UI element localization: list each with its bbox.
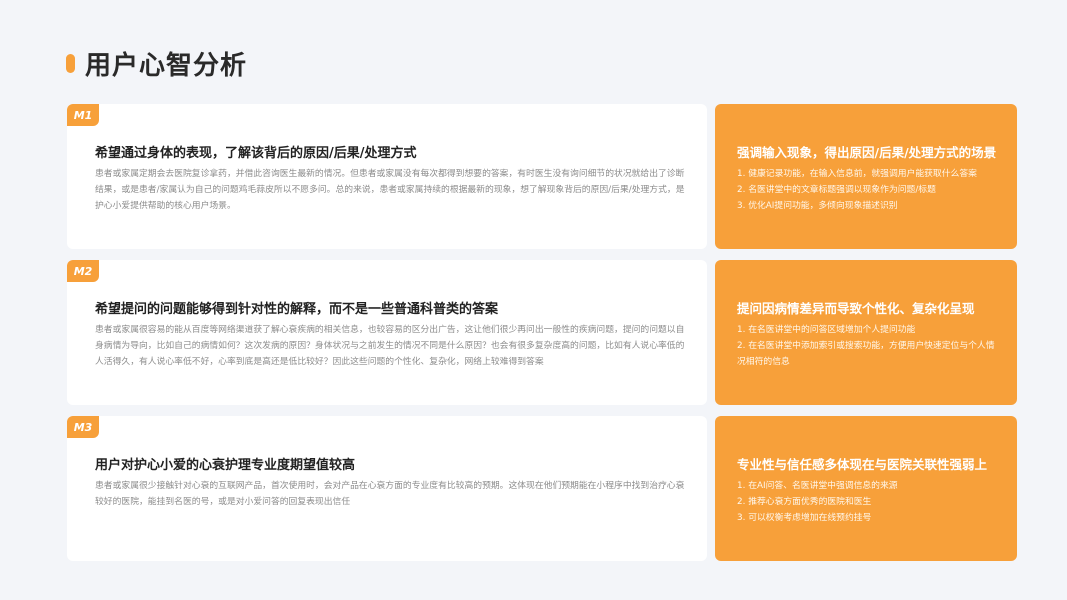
insight-heading: 希望提问的问题能够得到针对性的解释，而不是一些普通科普类的答案 bbox=[95, 302, 499, 317]
solution-item: 2. 名医讲堂中的文章标题强调以现象作为问题/标题 bbox=[737, 185, 936, 195]
solution-item: 1. 健康记录功能，在输入信息前，就强调用户能获取什么答案 bbox=[737, 169, 977, 179]
insight-badge: M2 bbox=[67, 260, 99, 282]
solution-card: 提问因病情差异而导致个性化、复杂化呈现 1. 在名医讲堂中的问答区域增加个人提问… bbox=[715, 260, 1017, 405]
solution-list: 1. 在名医讲堂中的问答区域增加个人提问功能 2. 在名医讲堂中添加索引或搜索功… bbox=[737, 322, 1002, 370]
insight-card: M1 希望通过身体的表现，了解该背后的原因/后果/处理方式 患者或家属定期会去医… bbox=[67, 104, 707, 249]
solution-item: 2. 在名医讲堂中添加索引或搜索功能，方便用户快速定位与个人情况相符的信息 bbox=[737, 341, 995, 367]
page-header: 用户心智分析 bbox=[66, 44, 247, 82]
insight-badge: M1 bbox=[67, 104, 99, 126]
insight-row-m2: M2 希望提问的问题能够得到针对性的解释，而不是一些普通科普类的答案 患者或家属… bbox=[67, 260, 1017, 405]
solution-card: 强调输入现象，得出原因/后果/处理方式的场景 1. 健康记录功能，在输入信息前，… bbox=[715, 104, 1017, 249]
insight-badge: M3 bbox=[67, 416, 99, 438]
insight-heading: 用户对护心小爱的心衰护理专业度期望值较高 bbox=[95, 458, 356, 473]
insight-row-m1: M1 希望通过身体的表现，了解该背后的原因/后果/处理方式 患者或家属定期会去医… bbox=[67, 104, 1017, 249]
solution-list: 1. 在AI问答、名医讲堂中强调信息的来源 2. 推荐心衰方面优秀的医院和医生 … bbox=[737, 478, 1002, 526]
insight-heading: 希望通过身体的表现，了解该背后的原因/后果/处理方式 bbox=[95, 146, 417, 161]
insight-body: 患者或家属很容易的能从百度等网络渠道获了解心衰疾病的相关信息，也较容易的区分出广… bbox=[95, 325, 685, 367]
solution-item: 2. 推荐心衰方面优秀的医院和医生 bbox=[737, 497, 872, 507]
solution-item: 1. 在名医讲堂中的问答区域增加个人提问功能 bbox=[737, 325, 916, 335]
insight-row-m3: M3 用户对护心小爱的心衰护理专业度期望值较高 患者或家属很少接触针对心衰的互联… bbox=[67, 416, 1017, 561]
page-title: 用户心智分析 bbox=[85, 50, 248, 81]
solution-item: 1. 在AI问答、名医讲堂中强调信息的来源 bbox=[737, 481, 898, 491]
solution-card: 专业性与信任感多体现在与医院关联性强弱上 1. 在AI问答、名医讲堂中强调信息的… bbox=[715, 416, 1017, 561]
insight-body: 患者或家属定期会去医院复诊拿药，并借此咨询医生最新的情况。但患者或家属没有每次都… bbox=[95, 169, 685, 211]
solution-heading: 提问因病情差异而导致个性化、复杂化呈现 bbox=[737, 301, 975, 316]
insight-body: 患者或家属很少接触针对心衰的互联网产品，首次使用时，会对产品在心衰方面的专业度有… bbox=[95, 481, 685, 507]
solution-list: 1. 健康记录功能，在输入信息前，就强调用户能获取什么答案 2. 名医讲堂中的文… bbox=[737, 166, 1002, 214]
solution-item: 3. 可以权衡考虑增加在线预约挂号 bbox=[737, 513, 872, 523]
insight-card: M2 希望提问的问题能够得到针对性的解释，而不是一些普通科普类的答案 患者或家属… bbox=[67, 260, 707, 405]
title-accent-dot bbox=[66, 53, 75, 73]
solution-item: 3. 优化AI提问功能，多倾向现象描述识别 bbox=[737, 201, 898, 211]
insight-card: M3 用户对护心小爱的心衰护理专业度期望值较高 患者或家属很少接触针对心衰的互联… bbox=[67, 416, 707, 561]
solution-heading: 强调输入现象，得出原因/后果/处理方式的场景 bbox=[737, 145, 997, 160]
solution-heading: 专业性与信任感多体现在与医院关联性强弱上 bbox=[737, 457, 988, 472]
